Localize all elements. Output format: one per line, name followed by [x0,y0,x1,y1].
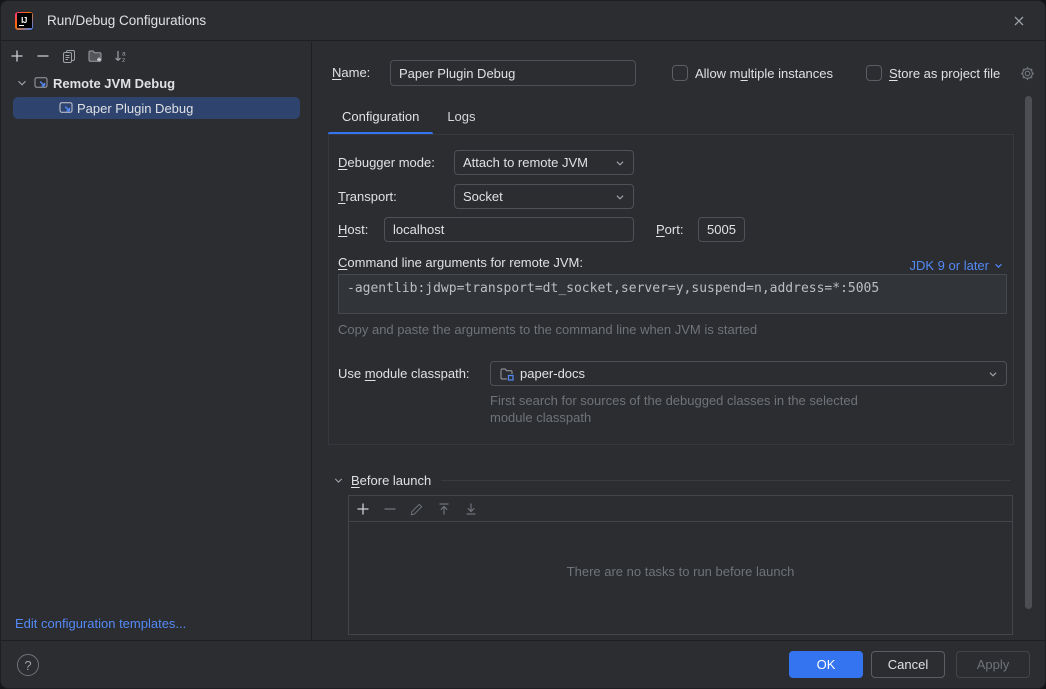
ok-button[interactable]: OK [789,651,863,678]
cancel-button[interactable]: Cancel [871,651,945,678]
name-label: Name: [332,60,370,86]
configuration-tab-panel: Debugger mode: Attach to remote JVM Tran… [328,134,1014,445]
tab-logs[interactable]: Logs [433,100,489,135]
host-label: Host: [338,217,368,242]
module-icon [499,366,515,382]
tree-item-paper-plugin-debug[interactable]: Paper Plugin Debug [13,97,300,119]
new-folder-icon[interactable] [87,48,103,64]
remove-task-icon[interactable] [382,501,398,517]
add-task-icon[interactable] [355,501,371,517]
tree-item-label: Remote JVM Debug [53,76,175,91]
name-input[interactable] [390,60,636,86]
remove-configuration-icon[interactable] [35,48,51,64]
tree-item-remote-jvm-debug[interactable]: Remote JVM Debug [1,72,311,94]
store-settings-gear-icon[interactable] [1019,65,1036,82]
checkbox-label: Store as project file [889,66,1000,81]
apply-button[interactable]: Apply [956,651,1030,678]
chevron-down-icon [15,76,29,90]
configuration-editor: Name: Allow multiple instances Store as … [313,42,1045,640]
module-classpath-hint: First search for sources of the debugged… [490,392,870,426]
edit-task-icon[interactable] [409,501,425,517]
before-launch-header[interactable]: Before launch [332,472,1011,488]
copy-configuration-icon[interactable] [61,48,77,64]
run-debug-configurations-dialog: IJ Run/Debug Configurations az [0,0,1046,689]
checkbox-box[interactable] [672,65,688,81]
configurations-sidebar: az Remote JVM Debug Paper Plugin Debug E… [1,42,312,640]
move-task-down-icon[interactable] [463,501,479,517]
store-as-project-file-checkbox[interactable]: Store as project file [866,65,1000,81]
close-icon[interactable] [1007,9,1031,33]
svg-text:z: z [122,57,125,64]
chevron-down-icon [986,367,1000,381]
command-line-arguments-label: Command line arguments for remote JVM: [338,253,583,273]
port-input[interactable] [698,217,745,242]
before-launch-tasks-panel: There are no tasks to run before launch [348,495,1013,635]
jdk-version-select[interactable]: JDK 9 or later [910,255,1005,275]
intellij-logo-icon: IJ [15,12,33,30]
transport-select[interactable]: Socket [454,184,634,209]
remote-jvm-debug-icon [33,75,49,91]
sidebar-toolbar: az [1,42,311,68]
dialog-footer: ? OK Cancel Apply [1,640,1045,688]
chevron-down-icon [332,474,345,487]
module-classpath-select[interactable]: paper-docs [490,361,1007,386]
before-launch-toolbar [349,496,1012,522]
window-title: Run/Debug Configurations [47,13,206,28]
before-launch-empty-text: There are no tasks to run before launch [349,522,1012,634]
host-input[interactable] [384,217,634,242]
arguments-hint: Copy and paste the arguments to the comm… [338,321,757,338]
sort-configurations-icon[interactable]: az [113,48,129,64]
tab-bar: Configuration Logs [328,100,490,135]
tree-item-label: Paper Plugin Debug [77,101,193,116]
debugger-mode-label: Debugger mode: [338,150,435,175]
chevron-down-icon [992,259,1005,272]
allow-multiple-instances-checkbox[interactable]: Allow multiple instances [672,65,833,81]
transport-label: Transport: [338,184,397,209]
edit-configuration-templates-link[interactable]: Edit configuration templates... [15,616,186,631]
vertical-scrollbar[interactable] [1025,96,1032,609]
debugger-mode-select[interactable]: Attach to remote JVM [454,150,634,175]
before-launch-title: Before launch [351,473,431,488]
tab-configuration[interactable]: Configuration [328,100,433,135]
move-task-up-icon[interactable] [436,501,452,517]
checkbox-label: Allow multiple instances [695,66,833,81]
divider [441,480,1011,481]
module-classpath-label: Use module classpath: [338,361,470,386]
port-label: Port: [656,217,683,242]
jvm-arguments-field[interactable]: -agentlib:jdwp=transport=dt_socket,serve… [338,274,1007,314]
help-icon[interactable]: ? [17,654,39,676]
chevron-down-icon [613,156,627,170]
remote-jvm-debug-icon [58,100,74,116]
add-configuration-icon[interactable] [9,48,25,64]
titlebar: IJ Run/Debug Configurations [1,1,1045,41]
checkbox-box[interactable] [866,65,882,81]
chevron-down-icon [613,190,627,204]
